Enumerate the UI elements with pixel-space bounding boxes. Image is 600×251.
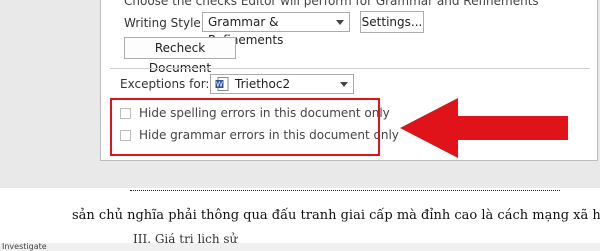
settings-button[interactable]: Settings... bbox=[360, 11, 424, 33]
document-cut-line bbox=[130, 184, 560, 191]
svg-text:W: W bbox=[216, 81, 223, 89]
section-divider bbox=[110, 68, 590, 69]
chevron-down-icon bbox=[340, 82, 348, 87]
document-line-1: sản chủ nghĩa phải thông qua đấu tranh g… bbox=[72, 208, 600, 223]
writing-style-label: Writing Style: bbox=[124, 16, 205, 30]
word-document-icon: W bbox=[215, 77, 229, 91]
highlight-box bbox=[110, 98, 380, 156]
exceptions-document-name: Triethoc2 bbox=[235, 77, 291, 91]
status-text: Investigate bbox=[2, 242, 47, 251]
red-arrow-icon bbox=[400, 98, 568, 158]
exceptions-document-select[interactable]: W Triethoc2 bbox=[210, 74, 354, 94]
chevron-down-icon bbox=[336, 20, 344, 25]
recheck-document-button[interactable]: Recheck Document bbox=[124, 37, 236, 75]
grammar-caption: Choose the checks Editor will perform fo… bbox=[124, 0, 539, 8]
status-bar bbox=[0, 243, 600, 251]
writing-style-select[interactable]: Grammar & Refinements bbox=[202, 12, 350, 47]
exceptions-label: Exceptions for: bbox=[120, 77, 210, 91]
